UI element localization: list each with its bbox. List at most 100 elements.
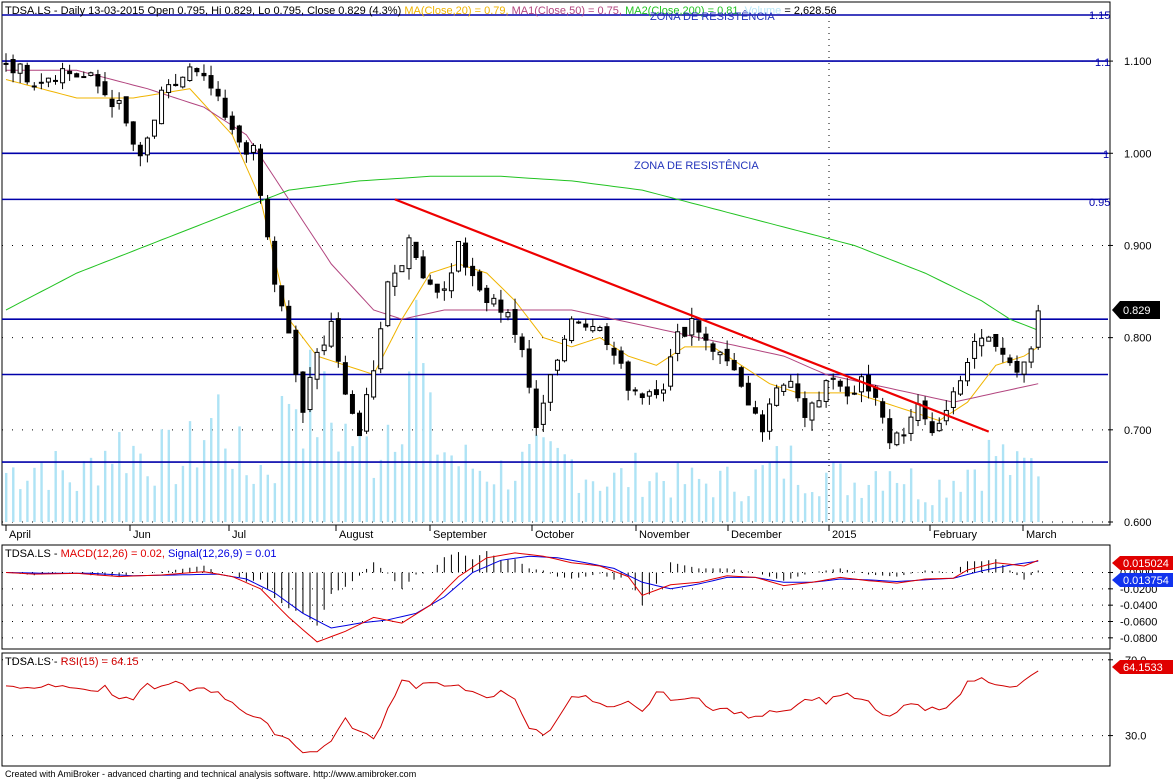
price-candle: [569, 318, 575, 342]
price-candle: [1028, 348, 1034, 363]
volume-bar: [846, 495, 849, 522]
price-candle: [144, 137, 150, 156]
price-candle: [816, 400, 822, 408]
price-candle: [385, 281, 391, 327]
volume-bar: [860, 497, 863, 522]
volume-bar: [712, 497, 715, 522]
volume-bar: [917, 499, 920, 522]
price-candle: [1014, 361, 1020, 373]
date-tick-label: November: [639, 529, 690, 541]
chart-canvas: 1.100 1.000 0.900 0.800 0.700 0.600 April Jun J…: [0, 0, 1173, 781]
volume-bar: [316, 437, 319, 522]
price-candle: [632, 389, 638, 392]
price-candle: [24, 64, 30, 83]
zona-resistencia-top: ZONA DE RESISTÊNCIA: [650, 10, 775, 23]
price-candle: [194, 68, 200, 73]
price-candle: [137, 144, 143, 157]
price-candle: [321, 344, 327, 352]
price-candle: [583, 323, 589, 328]
price-candle: [45, 77, 51, 83]
price-candle: [250, 144, 256, 153]
price-candle: [10, 59, 16, 74]
volume-bar: [457, 466, 460, 522]
volume-bar: [351, 446, 354, 522]
volume-bar: [584, 479, 588, 522]
volume-bar: [245, 475, 248, 522]
volume-bar: [400, 444, 404, 522]
volume-bar: [676, 462, 680, 522]
volume-bar: [160, 429, 163, 522]
volume-bar: [5, 472, 8, 522]
volume-bar: [125, 473, 128, 522]
price-candle: [562, 338, 568, 362]
volume-bar: [386, 424, 390, 522]
price-candle: [788, 380, 794, 388]
volume-bar: [372, 477, 376, 522]
level-label-1: 1: [1103, 149, 1109, 161]
price-candle: [858, 376, 864, 393]
volume-bar: [867, 484, 870, 522]
volume-bar: [775, 446, 779, 522]
volume-bar: [422, 363, 425, 522]
price-candle: [201, 72, 207, 77]
price-candle: [484, 287, 490, 303]
svg-text:0.013754: 0.013754: [1123, 575, 1169, 587]
price-candle: [703, 333, 709, 341]
volume-bar: [733, 491, 736, 522]
price-candle: [639, 393, 645, 399]
price-candle: [95, 74, 101, 87]
price-candle: [335, 318, 341, 362]
volume-bar: [690, 467, 694, 522]
price-candle: [17, 63, 23, 74]
price-candle: [668, 356, 674, 387]
date-tick-label: September: [433, 529, 487, 541]
volume-bar: [174, 484, 178, 522]
price-candle: [809, 402, 815, 421]
price-candle: [349, 394, 355, 414]
rsi-value-tag: 64.1533: [1112, 660, 1173, 674]
price-candle: [151, 119, 157, 137]
price-candle: [258, 148, 264, 196]
volume-bar: [478, 470, 482, 522]
volume-bar: [89, 457, 93, 522]
price-candle: [646, 391, 652, 397]
price-candle: [993, 333, 999, 347]
macd-tick-label: -0.0600: [1120, 617, 1157, 629]
price-candle: [300, 371, 306, 413]
volume-bar: [323, 371, 326, 522]
volume-bar: [938, 479, 941, 522]
rsi-header: TDSA.LS - RSI(15) = 64.15: [5, 656, 139, 668]
volume-bar: [641, 496, 644, 522]
price-candle: [314, 351, 320, 380]
price-candle: [979, 337, 985, 347]
volume-bar: [132, 445, 135, 522]
volume-bar: [379, 459, 383, 522]
volume-bar: [924, 502, 927, 522]
volume-bar: [139, 453, 142, 522]
price-candle: [243, 142, 249, 155]
volume-bar: [549, 441, 552, 522]
price-candle: [724, 348, 730, 362]
price-candle: [590, 325, 596, 332]
volume-bar: [330, 422, 333, 522]
price-candle: [887, 418, 893, 444]
price-candle: [851, 392, 857, 395]
price-candle: [689, 318, 695, 336]
volume-bar: [82, 461, 86, 522]
price-candle: [1007, 357, 1013, 364]
price-candle: [166, 84, 172, 93]
volume-bar: [839, 463, 842, 522]
volume-bar: [19, 489, 22, 522]
price-candle: [625, 361, 631, 391]
price-candle: [1021, 361, 1027, 375]
volume-bar: [153, 485, 156, 522]
price-candle: [229, 115, 235, 130]
price-candle: [279, 285, 285, 307]
price-candle: [717, 351, 723, 356]
level-label-1-1: 1.1: [1095, 57, 1110, 69]
volume-bar: [895, 482, 899, 522]
volume-bar: [450, 455, 453, 522]
volume-bar: [818, 496, 821, 522]
volume-bar: [61, 470, 64, 522]
volume-bar: [634, 452, 637, 522]
